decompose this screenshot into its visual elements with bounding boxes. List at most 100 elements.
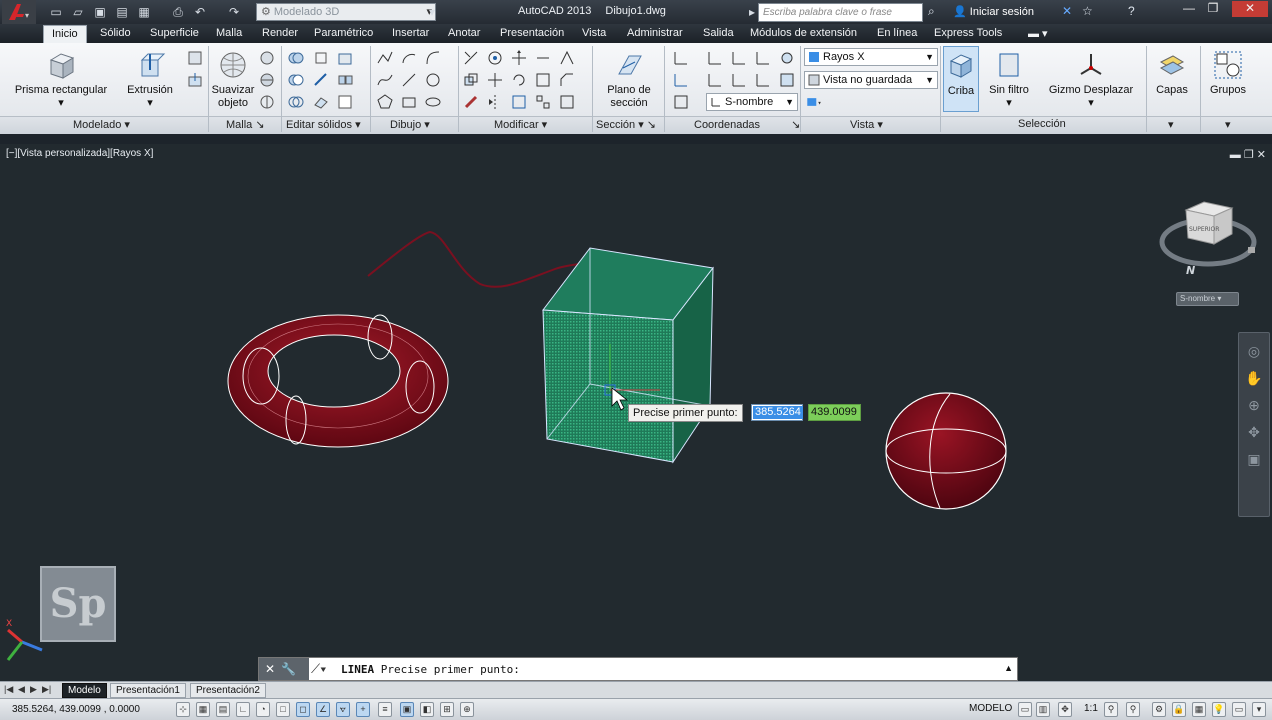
ucs-view-icon[interactable]: [672, 93, 690, 111]
panel-title-vista[interactable]: Vista ▾: [850, 118, 883, 131]
ucs-previous-icon[interactable]: [706, 71, 724, 89]
lineweight-icon[interactable]: ≡: [378, 702, 392, 717]
box-solid[interactable]: [542, 247, 714, 464]
ucs-y-icon[interactable]: [754, 49, 772, 67]
dynamic-input-x[interactable]: 385.5264: [751, 404, 803, 421]
rotate-icon[interactable]: [510, 71, 528, 89]
auto-scale-icon[interactable]: ⚲: [1126, 702, 1140, 717]
pan-icon[interactable]: ✋: [1239, 370, 1269, 387]
panel-title-dibujo[interactable]: Dibujo ▾: [390, 118, 430, 131]
erase-icon[interactable]: [462, 93, 480, 111]
view-combo[interactable]: Vista no guardada ▼: [804, 71, 938, 89]
tab-malla[interactable]: Malla: [216, 27, 242, 39]
tab-en-linea[interactable]: En línea: [877, 27, 917, 39]
scale-icon[interactable]: [510, 93, 528, 111]
prev-layout-icon[interactable]: ◀: [18, 684, 25, 695]
ucs-face-icon[interactable]: [778, 71, 796, 89]
showmotion-icon[interactable]: ▣: [1239, 451, 1269, 468]
dynamic-input-icon[interactable]: +: [356, 702, 370, 717]
command-line[interactable]: ✕ 🔧 ⟋▾ LINEA Precise primer punto: ▲: [258, 657, 1018, 681]
separate-icon[interactable]: [336, 71, 354, 89]
tab-solido[interactable]: Sólido: [100, 27, 131, 39]
panel-title-modificar[interactable]: Modificar ▾: [494, 118, 547, 131]
panel-capas-dropdown[interactable]: ▾: [1168, 118, 1174, 131]
spline-icon[interactable]: [376, 71, 394, 89]
tab-presentacion1[interactable]: Presentación1: [110, 683, 186, 698]
stretch-icon[interactable]: [534, 49, 552, 67]
ribbon-toggle-icon[interactable]: ▬ ▾: [1028, 27, 1048, 40]
help-icon[interactable]: ?: [1128, 4, 1135, 18]
undo-icon[interactable]: ↶: [192, 4, 208, 20]
imprint-icon[interactable]: [336, 93, 354, 111]
torus-solid[interactable]: [227, 314, 449, 448]
selection-cycling-icon[interactable]: ⊞: [440, 702, 454, 717]
subtract-icon[interactable]: [287, 71, 305, 89]
tab-salida[interactable]: Salida: [703, 27, 734, 39]
snap-mode-icon[interactable]: ▦: [196, 702, 210, 717]
steering-wheel-icon[interactable]: ◎: [1239, 343, 1269, 360]
viewcube[interactable]: SUPERIOR N: [1159, 201, 1257, 277]
save-as-icon[interactable]: ▤: [114, 4, 130, 20]
union-icon[interactable]: [287, 49, 305, 67]
ucs-z-icon[interactable]: [754, 71, 772, 89]
status-menu-icon[interactable]: ▾: [1252, 702, 1266, 717]
close-icon[interactable]: ✕: [1257, 149, 1266, 161]
workspace-switch-icon[interactable]: ⚙: [1152, 702, 1166, 717]
ucs-menu[interactable]: S-nombre ▾: [1176, 292, 1239, 306]
mesh-refine-icon[interactable]: [258, 93, 276, 111]
drawing-viewport[interactable]: SUPERIOR N S-nombre ▾ [−][Vista personal…: [0, 144, 1272, 681]
gizmo-desplazar-button[interactable]: Gizmo Desplazar ▾: [1046, 50, 1136, 110]
search-input[interactable]: Escriba palabra clave o frase: [758, 3, 923, 22]
tab-render[interactable]: Render: [262, 27, 298, 39]
command-line-handle[interactable]: ✕ 🔧: [259, 658, 309, 680]
object-snap-icon[interactable]: □: [276, 702, 290, 717]
new-icon[interactable]: ▭: [48, 4, 64, 20]
suavizar-objeto-button[interactable]: Suavizar objeto: [210, 50, 256, 110]
minimize-icon[interactable]: ▬: [1230, 149, 1241, 161]
panel-grupos-dropdown[interactable]: ▾: [1225, 118, 1231, 131]
fillet-icon[interactable]: [558, 49, 576, 67]
wrench-icon[interactable]: 🔧: [281, 662, 296, 676]
first-layout-icon[interactable]: |◀: [4, 684, 13, 695]
exchange-icon[interactable]: ✕: [1062, 4, 1072, 18]
tab-vista[interactable]: Vista: [582, 27, 606, 39]
tab-insertar[interactable]: Insertar: [392, 27, 429, 39]
ellipse-icon[interactable]: [424, 93, 442, 111]
ucs-icon[interactable]: [672, 49, 690, 67]
zoom-icon[interactable]: ⊕: [1239, 397, 1269, 414]
modify-more-icon[interactable]: [558, 93, 576, 111]
panel-title-modelado[interactable]: Modelado ▾: [73, 118, 130, 131]
ucs-3point-icon[interactable]: [730, 49, 748, 67]
tab-administrar[interactable]: Administrar: [627, 27, 683, 39]
array-icon[interactable]: [534, 93, 552, 111]
panel-title-coordenadas[interactable]: Coordenadas ↘: [694, 118, 800, 131]
transparency-icon[interactable]: ▣: [400, 702, 414, 717]
last-layout-icon[interactable]: ▶|: [42, 684, 51, 695]
copy-icon[interactable]: [462, 71, 480, 89]
extrusion-button[interactable]: Extrusión ▾: [122, 50, 178, 110]
line-icon[interactable]: [400, 71, 418, 89]
mesh-box-icon[interactable]: [258, 49, 276, 67]
restore-icon[interactable]: ❐: [1244, 149, 1254, 161]
trim-icon[interactable]: [462, 49, 480, 67]
pan-status-icon[interactable]: ✥: [1058, 702, 1072, 717]
application-menu-button[interactable]: ▾: [2, 0, 36, 24]
ucs-x-icon[interactable]: [730, 71, 748, 89]
minimize-button[interactable]: —: [1178, 1, 1200, 17]
criba-button[interactable]: Criba: [943, 46, 979, 112]
ucs-origin-icon[interactable]: [672, 71, 690, 89]
tab-presentacion2[interactable]: Presentación2: [190, 683, 266, 698]
clean-screen-icon[interactable]: ▭: [1232, 702, 1246, 717]
viewport-controls[interactable]: ▬ ❐ ✕: [1230, 148, 1266, 161]
restore-button[interactable]: ❐: [1202, 1, 1224, 17]
close-icon[interactable]: ✕: [265, 662, 275, 676]
favorites-icon[interactable]: ☆: [1082, 4, 1093, 18]
annotation-visibility-icon[interactable]: ⚲: [1104, 702, 1118, 717]
grupos-button[interactable]: Grupos: [1204, 50, 1252, 97]
annotation-monitor-icon[interactable]: ⊕: [460, 702, 474, 717]
hardware-acceleration-icon[interactable]: ▦: [1192, 702, 1206, 717]
quick-properties-icon[interactable]: ◧: [420, 702, 434, 717]
plano-seccion-button[interactable]: Plano de sección: [598, 50, 660, 110]
workspace-selector[interactable]: ⚙ Modelado 3D ▾: [256, 3, 436, 21]
sin-filtro-button[interactable]: Sin filtro ▾: [984, 50, 1034, 110]
